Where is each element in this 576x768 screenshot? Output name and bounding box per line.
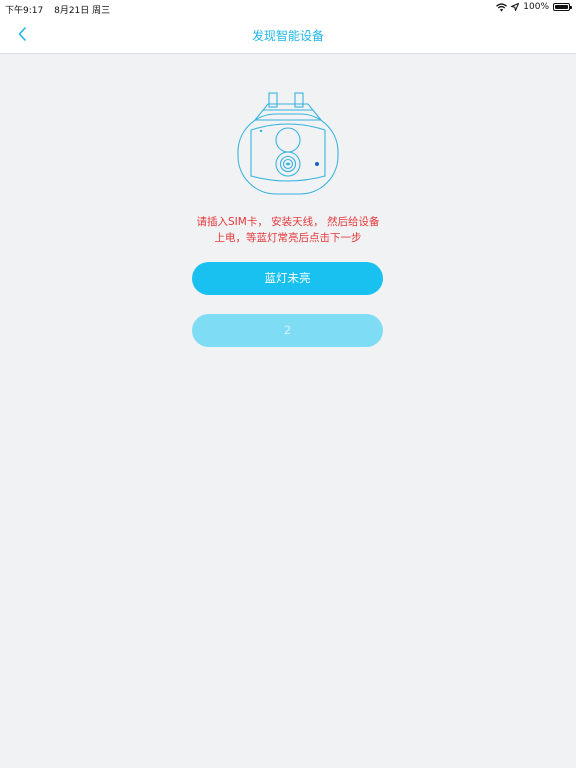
camera-device-icon: [237, 92, 339, 195]
battery-fill: [555, 5, 568, 9]
wifi-icon: [496, 2, 508, 11]
page-title: 发现智能设备: [251, 29, 324, 43]
next-step-button[interactable]: 2: [192, 314, 383, 347]
status-bar: 下午9:17 8月21日 周三 100%: [0, 0, 576, 16]
instruction-line-1: 请插入SIM卡， 安装天线， 然后给设备: [196, 216, 380, 228]
battery-icon: [553, 3, 572, 11]
instruction-line-2: 上电，等蓝灯常亮后点击下一步: [214, 232, 362, 244]
blue-light-off-button[interactable]: 蓝灯未亮: [192, 262, 383, 295]
status-right: 100%: [496, 2, 572, 12]
status-left: 下午9:17 8月21日 周三: [5, 3, 118, 16]
navigation-bar: 发现智能设备: [0, 16, 576, 54]
status-time: 下午9:17: [5, 6, 44, 16]
battery-percent: 100%: [523, 2, 549, 12]
location-arrow-icon: [511, 3, 520, 11]
instruction-text: 请插入SIM卡， 安装天线， 然后给设备 上电，等蓝灯常亮后点击下一步: [150, 214, 426, 246]
status-date: 8月21日 周三: [54, 6, 111, 16]
